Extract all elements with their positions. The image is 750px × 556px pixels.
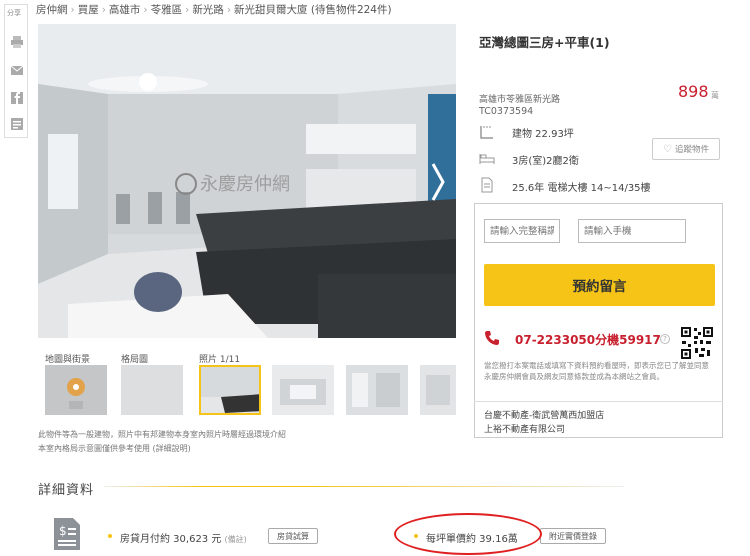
section-title-details: 詳細資料	[38, 483, 95, 498]
phone-icon	[485, 331, 499, 345]
breadcrumb: 房仲網 › 買屋 › 高雄市 › 苓雅區 › 新光路 › 新光甜貝爾大廈 (待售物件224件)	[36, 4, 392, 16]
bullet-dot	[108, 534, 112, 538]
listing-price: 898	[678, 82, 709, 101]
listing-rooms: 3房(室)2廳2衛	[512, 156, 579, 167]
email-icon[interactable]	[10, 63, 24, 77]
breadcrumb-item[interactable]: 新光路	[192, 4, 224, 16]
breadcrumb-item[interactable]: 高雄市	[109, 4, 141, 16]
agent-company: 上裕不動產有限公司	[484, 425, 566, 435]
thumbnail-map[interactable]	[45, 365, 107, 415]
tab-photos[interactable]: 照片 1/11	[199, 352, 240, 365]
mobile-input[interactable]	[578, 219, 686, 243]
building-info-icon	[481, 177, 493, 193]
mortgage-calculator-button[interactable]: 房貸試算	[268, 528, 318, 544]
heart-icon: ♡	[663, 143, 672, 155]
main-photo[interactable]: 永慶房仲網	[38, 24, 456, 338]
thumbnail-photo-4[interactable]	[420, 365, 456, 415]
agent-phone[interactable]: 07-2233050分機59917	[515, 331, 661, 348]
listing-code: TC0373594	[479, 106, 534, 117]
photo-note: 此物件等為一般建物，照片中有邦建物本身室內照片時層經過環境介紹 本室內格局示意圖…	[38, 430, 286, 453]
highlight-circle	[394, 513, 542, 555]
listing-area: 建物 22.93坪	[512, 129, 574, 140]
thumbnail-photo-1[interactable]	[199, 365, 261, 415]
disclaimer-text: 當您撥打本案電話或填寫下資料預約看屋時，即表示您已了解並同意永慶房仲網會員及網友…	[484, 361, 709, 381]
submit-appointment-button[interactable]: 預約留言	[484, 264, 715, 306]
facebook-icon[interactable]	[10, 91, 24, 105]
tab-floorplan[interactable]: 格局圖	[121, 352, 148, 365]
agent-store: 台慶不動產-衛武營萬西加盟店	[484, 411, 605, 421]
listing-age-floor: 25.6年 電梯大樓 14~14/35樓	[512, 183, 651, 194]
living-room-photo: 永慶房仲網	[38, 24, 456, 338]
breadcrumb-item[interactable]: 買屋	[78, 4, 99, 16]
mortgage-document-icon: $	[54, 518, 80, 550]
track-listing-button[interactable]: ♡ 追蹤物件	[652, 138, 720, 160]
breadcrumb-item-current[interactable]: 新光甜貝爾大廈 (待售物件224件)	[234, 4, 392, 16]
mortgage-note[interactable]: (備註)	[225, 535, 247, 544]
section-divider	[104, 486, 624, 487]
tab-map[interactable]: 地圖與街景	[45, 352, 90, 365]
help-icon[interactable]: ?	[660, 334, 670, 344]
listing-title: 亞灣總圖三房+平車(1)	[479, 35, 610, 50]
share-label: 分享	[7, 9, 21, 17]
thumbnail-photo-3[interactable]	[346, 365, 408, 415]
thumbnail-photo-2[interactable]	[272, 365, 334, 415]
watermark-text: 永慶房仲網	[200, 174, 290, 195]
thumbnail-floorplan[interactable]	[121, 365, 183, 415]
qr-code-icon	[680, 326, 714, 360]
line-icon[interactable]	[10, 117, 24, 131]
mortgage-monthly: 房貸月付約 30,623 元 (備註)	[120, 534, 247, 545]
share-rail: 分享	[4, 4, 28, 138]
nearby-transactions-button[interactable]: 附近實價登錄	[540, 528, 606, 544]
name-input[interactable]	[484, 219, 560, 243]
bed-icon	[479, 154, 495, 164]
map-pin-icon	[45, 365, 107, 415]
breadcrumb-item[interactable]: 苓雅區	[151, 4, 183, 16]
price-unit: 萬	[711, 91, 719, 100]
area-icon	[480, 126, 493, 139]
listing-address: 高雄市苓雅區新光路	[479, 95, 561, 105]
svg-text:$: $	[59, 524, 67, 538]
breadcrumb-item[interactable]: 房仲網	[36, 4, 68, 16]
divider	[474, 401, 723, 402]
print-icon[interactable]	[10, 35, 24, 49]
